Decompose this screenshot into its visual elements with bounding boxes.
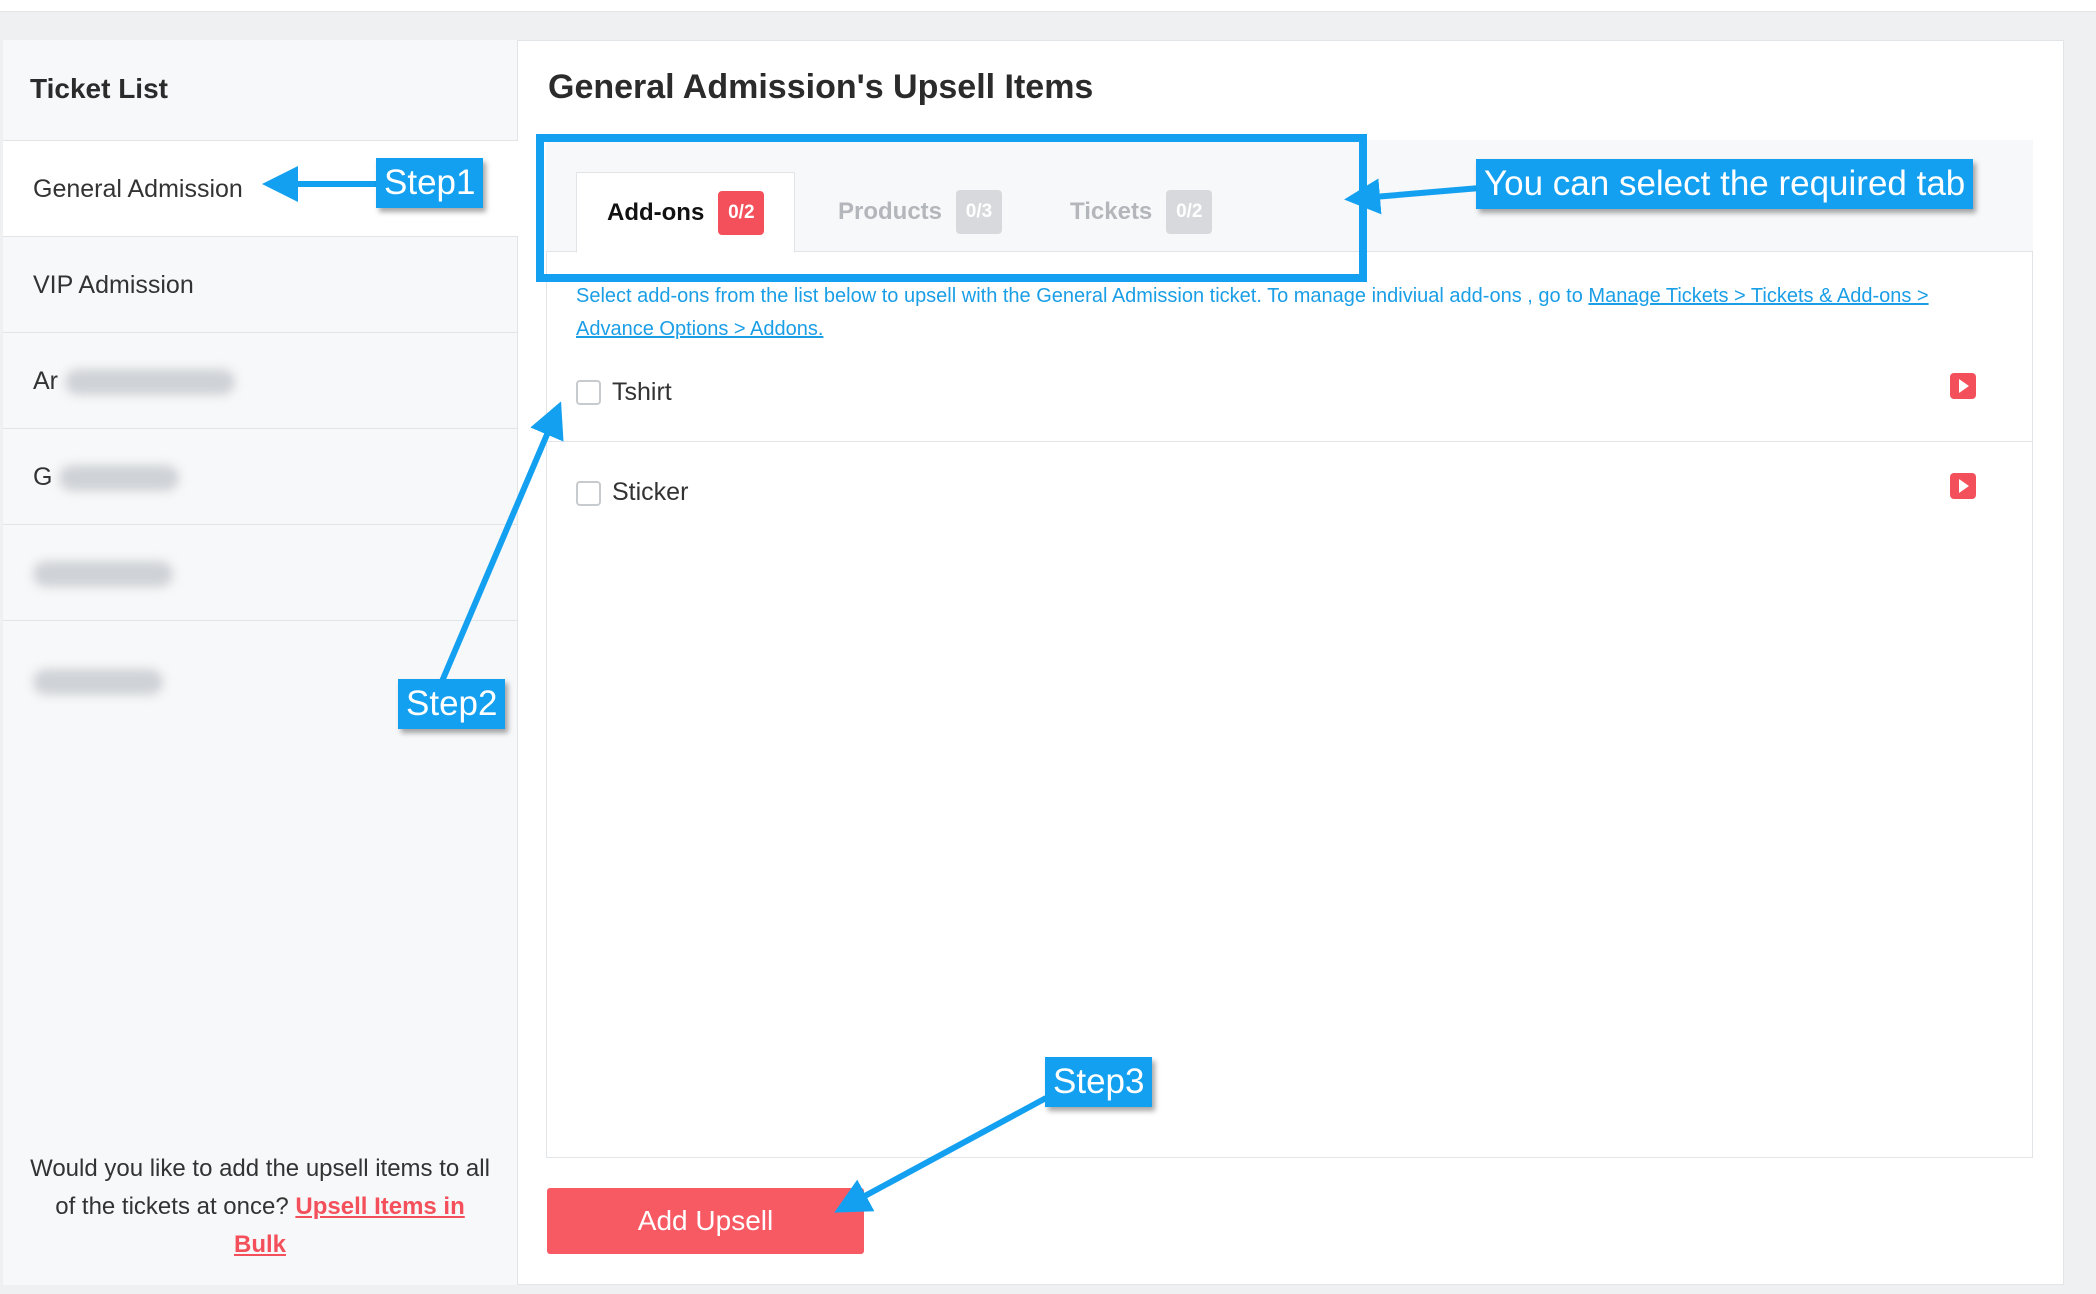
item-label: Sticker (612, 478, 689, 506)
sidebar-item-vip-admission[interactable]: VIP Admission (3, 236, 518, 332)
tab-tickets[interactable]: Tickets 0/2 (1040, 172, 1242, 252)
sidebar-item-ticket-5[interactable] (3, 524, 518, 620)
count-badge: 0/3 (956, 190, 1003, 234)
step2-callout: Step2 (398, 679, 506, 729)
top-strip (0, 0, 2096, 12)
tab-label: Products (838, 198, 943, 225)
tab-hint-callout: You can select the required tab (1476, 159, 1974, 209)
tshirt-checkbox[interactable] (576, 380, 601, 405)
redacted-text (59, 465, 180, 492)
redacted-text (64, 369, 235, 396)
list-item: Tshirt (546, 342, 2033, 442)
play-icon[interactable] (1950, 373, 1976, 399)
sidebar-item-label: Ar (33, 367, 58, 395)
page-title: General Admission's Upsell Items (548, 68, 1094, 106)
sidebar-item-ticket-4[interactable]: G (3, 428, 518, 524)
step1-callout: Step1 (376, 158, 484, 208)
sidebar-item-label: G (33, 463, 53, 491)
tab-label: Tickets (1070, 198, 1153, 225)
count-badge: 0/2 (718, 190, 765, 235)
list-item: Sticker (546, 442, 2033, 542)
item-label: Tshirt (612, 378, 672, 406)
sidebar-item-label: General Admission (33, 175, 243, 203)
sticker-checkbox[interactable] (576, 481, 601, 506)
add-ons-description: Select add-ons from the list below to up… (576, 280, 2006, 346)
count-badge: 0/2 (1166, 190, 1213, 234)
tab-products[interactable]: Products 0/3 (808, 172, 1032, 252)
redacted-text (33, 561, 173, 588)
play-icon[interactable] (1950, 473, 1976, 499)
step3-callout: Step3 (1045, 1057, 1153, 1107)
sidebar-item-ticket-3[interactable]: Ar (3, 332, 518, 428)
tab-add-ons[interactable]: Add-ons 0/2 (576, 172, 796, 253)
ticket-list-title: Ticket List (30, 73, 168, 104)
description-text: Select add-ons from the list below to up… (576, 285, 1583, 307)
bulk-upsell-prompt: Would you like to add the upsell items t… (30, 1150, 490, 1264)
sidebar-item-label: VIP Admission (33, 271, 194, 299)
redacted-text (33, 669, 163, 696)
add-upsell-button[interactable]: Add Upsell (547, 1188, 864, 1254)
tab-label: Add-ons (607, 198, 705, 226)
